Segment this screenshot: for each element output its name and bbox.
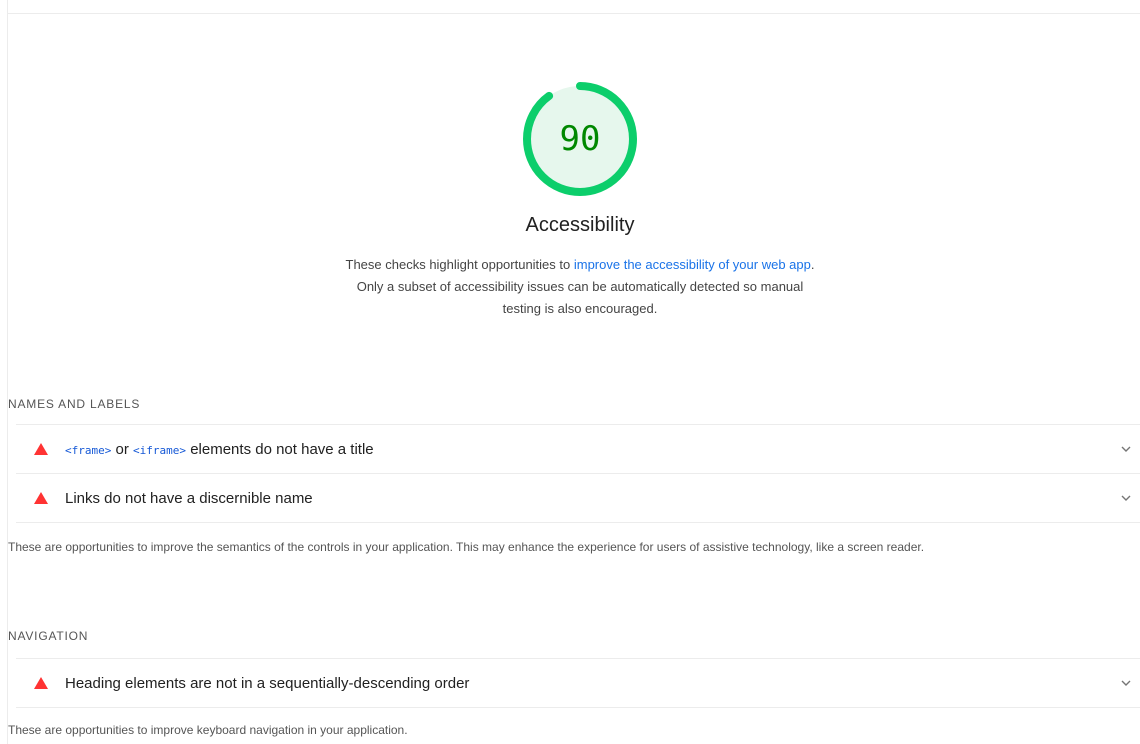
group-divider — [16, 707, 1140, 708]
audit-frame-title[interactable]: <frame> or <iframe> elements do not have… — [16, 424, 1140, 473]
category-title: Accessibility — [525, 214, 635, 236]
group-description-names-and-labels: These are opportunities to improve the s… — [8, 540, 925, 554]
category-description: These checks highlight opportunities to … — [340, 254, 820, 320]
gauge-score: 90 — [559, 119, 601, 159]
audit-link-name[interactable]: Links do not have a discernible name — [16, 473, 1140, 522]
chevron-down-icon[interactable] — [1120, 443, 1132, 455]
audit-title: Heading elements are not in a sequential… — [65, 674, 470, 692]
code-iframe: <iframe> — [133, 443, 187, 457]
group-divider — [16, 522, 1140, 523]
audit-title-connector: or — [111, 440, 134, 458]
audit-title: <frame> or <iframe> elements do not have… — [65, 441, 374, 458]
fail-triangle-icon — [34, 492, 48, 504]
fail-triangle-icon — [34, 677, 48, 689]
code-frame: <frame> — [65, 443, 112, 457]
audit-heading-order[interactable]: Heading elements are not in a sequential… — [16, 658, 1140, 707]
group-title-names-and-labels: NAMES AND LABELS — [8, 397, 141, 411]
accessibility-report: 90 Accessibility These checks highlight … — [0, 0, 1140, 744]
description-text-start: These checks highlight opportunities to — [345, 257, 574, 272]
chevron-down-icon[interactable] — [1120, 492, 1132, 504]
audit-title: Links do not have a discernible name — [65, 489, 313, 507]
accessibility-learn-more-link[interactable]: improve the accessibility of your web ap… — [574, 257, 811, 272]
top-divider — [7, 13, 1140, 14]
group-description-navigation: These are opportunities to improve keybo… — [8, 723, 408, 737]
score-gauge[interactable]: 90 — [520, 79, 640, 199]
group-title-navigation: NAVIGATION — [8, 629, 89, 643]
chevron-down-icon[interactable] — [1120, 677, 1132, 689]
fail-triangle-icon — [34, 443, 48, 455]
audit-title-rest: elements do not have a title — [186, 440, 374, 458]
